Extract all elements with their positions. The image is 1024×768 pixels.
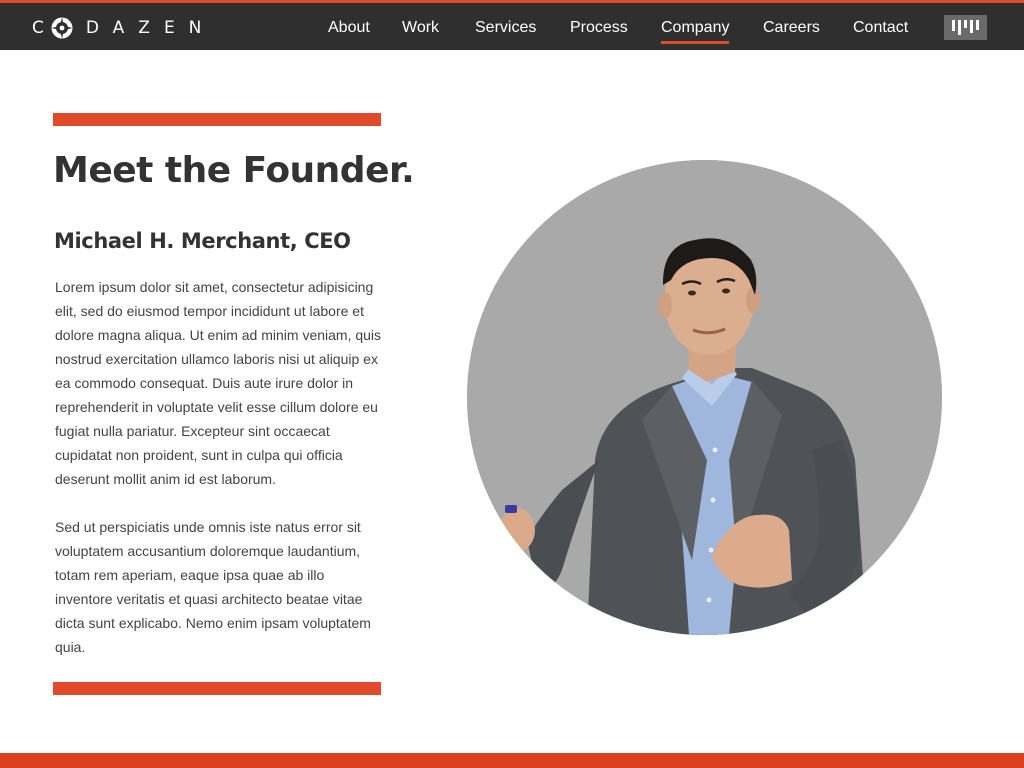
founder-portrait-photo bbox=[467, 160, 942, 635]
bars-menu-icon bbox=[951, 20, 979, 35]
accent-divider-top bbox=[53, 113, 381, 126]
nav-item-careers[interactable]: Careers bbox=[763, 18, 820, 38]
accent-divider-bottom bbox=[53, 682, 381, 695]
page-title: Meet the Founder. bbox=[53, 150, 415, 191]
nav-item-about[interactable]: About bbox=[328, 18, 370, 38]
nav-item-process[interactable]: Process bbox=[570, 18, 628, 38]
founder-name: Michael H. Merchant, CEO bbox=[54, 229, 351, 253]
nav-item-contact[interactable]: Contact bbox=[853, 18, 908, 38]
nav-item-company[interactable]: Company bbox=[661, 18, 730, 44]
nav-item-services[interactable]: Services bbox=[475, 18, 536, 38]
bio-paragraph-1: Lorem ipsum dolor sit amet, consectetur … bbox=[55, 279, 382, 487]
founder-portrait-illustration bbox=[467, 160, 942, 635]
menu-toggle-button[interactable] bbox=[944, 15, 987, 40]
footer-accent-bar bbox=[0, 753, 1024, 768]
main-navigation: About Work Services Process Company Care… bbox=[0, 3, 1024, 50]
page: C DAZEN About Work Services Process Comp… bbox=[0, 0, 1024, 768]
bio-paragraph-2: Sed ut perspiciatis unde omnis iste natu… bbox=[55, 519, 371, 655]
top-navigation-bar: C DAZEN About Work Services Process Comp… bbox=[0, 0, 1024, 50]
nav-item-work[interactable]: Work bbox=[402, 18, 439, 38]
